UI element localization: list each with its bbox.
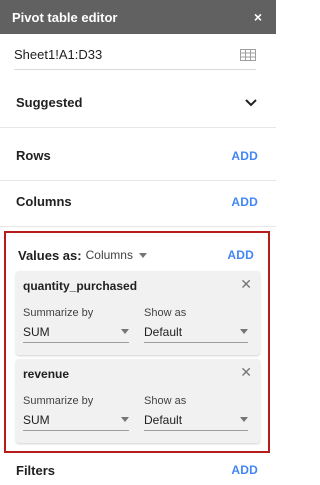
summarize-select[interactable]: SUM [23, 409, 129, 431]
columns-section: Columns ADD [0, 177, 276, 227]
dropdown-arrow-icon [121, 329, 129, 334]
value-card: quantity_purchased ✕ Summarize by SUM Sh… [16, 271, 260, 355]
suggested-section[interactable]: Suggested [0, 78, 276, 128]
rows-add-button[interactable]: ADD [231, 149, 258, 163]
show-as-label: Show as [144, 307, 187, 319]
show-as-value: Default [144, 412, 183, 427]
show-as-value: Default [144, 324, 183, 339]
rows-label: Rows [16, 148, 51, 163]
chevron-down-icon[interactable] [138, 252, 147, 258]
data-range-field[interactable]: Sheet1!A1:D33 [14, 40, 256, 70]
data-range-value: Sheet1!A1:D33 [14, 47, 103, 62]
value-field-name: quantity_purchased [23, 279, 138, 293]
chevron-down-icon[interactable] [244, 98, 258, 108]
summarize-value: SUM [23, 412, 50, 427]
summarize-label: Summarize by [23, 307, 94, 319]
grid-icon[interactable] [240, 48, 256, 61]
rows-section: Rows ADD [0, 131, 276, 181]
dropdown-arrow-icon [121, 417, 129, 422]
summarize-label: Summarize by [23, 395, 94, 407]
values-mode-select[interactable]: Columns [86, 248, 133, 262]
value-card: revenue ✕ Summarize by SUM Show as Defau… [16, 359, 260, 443]
values-header: Values as: Columns ADD [18, 245, 254, 265]
filters-add-button[interactable]: ADD [231, 463, 258, 477]
suggested-label: Suggested [16, 95, 83, 110]
values-add-button[interactable]: ADD [227, 248, 254, 262]
close-icon[interactable]: × [254, 9, 262, 25]
show-as-select[interactable]: Default [144, 321, 248, 343]
close-icon[interactable]: ✕ [240, 276, 252, 293]
editor-title: Pivot table editor [12, 9, 118, 25]
show-as-select[interactable]: Default [144, 409, 248, 431]
columns-label: Columns [16, 194, 72, 209]
value-field-name: revenue [23, 367, 70, 381]
show-as-label: Show as [144, 395, 187, 407]
dropdown-arrow-icon [240, 417, 248, 422]
summarize-value: SUM [23, 324, 50, 339]
filters-section: Filters ADD [0, 455, 276, 485]
columns-add-button[interactable]: ADD [231, 195, 258, 209]
values-label: Values as: [18, 247, 82, 263]
close-icon[interactable]: ✕ [240, 364, 252, 381]
filters-label: Filters [16, 462, 56, 478]
editor-header: Pivot table editor × [0, 0, 276, 34]
dropdown-arrow-icon [240, 329, 248, 334]
summarize-select[interactable]: SUM [23, 321, 129, 343]
values-section: Values as: Columns ADD quantity_purchase… [4, 231, 270, 453]
